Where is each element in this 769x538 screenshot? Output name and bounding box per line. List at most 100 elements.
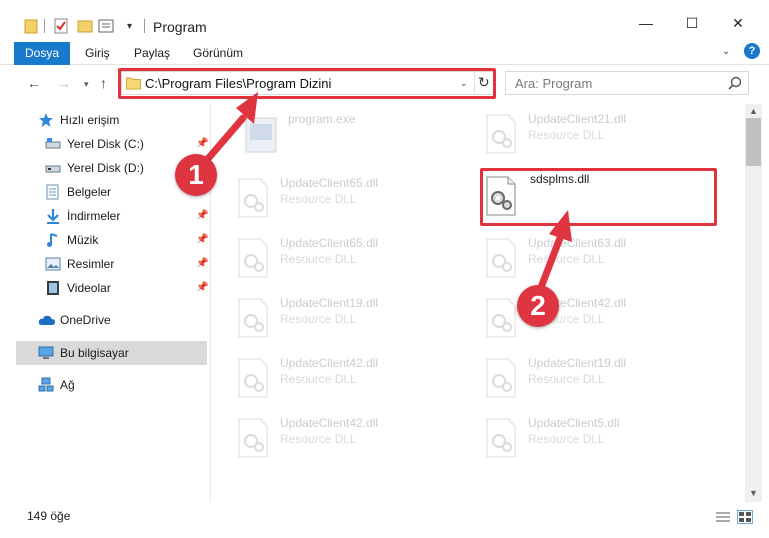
ribbon: Dosya Giriş Paylaş Görünüm ⌄ ? <box>0 40 769 65</box>
minimize-button[interactable]: — <box>623 8 669 38</box>
star-icon <box>38 112 54 128</box>
file-item[interactable]: program.exe <box>242 106 482 162</box>
file-type: Resource DLL <box>280 252 357 266</box>
maximize-button[interactable]: ☐ <box>669 8 715 38</box>
divider <box>474 72 475 94</box>
file-type: Resource DLL <box>280 432 357 446</box>
scroll-down-arrow-icon[interactable]: ▼ <box>749 488 758 498</box>
file-item[interactable]: UpdateClient42.dll Resource DLL <box>234 350 474 406</box>
nav-item-network[interactable]: Ağ <box>38 374 75 396</box>
folder-icon[interactable] <box>24 17 38 35</box>
back-arrow-icon[interactable]: ← <box>27 75 41 91</box>
pin-icon[interactable]: 📌 <box>196 258 208 269</box>
customize-icon[interactable] <box>98 17 114 35</box>
address-path[interactable]: C:\Program Files\Program Dizini <box>145 76 331 91</box>
properties-check-icon[interactable] <box>54 17 68 35</box>
pin-icon[interactable]: 📌 <box>196 234 208 245</box>
status-bar: 149 öğe <box>0 502 769 530</box>
divider <box>144 19 145 33</box>
step-2-badge: 2 <box>517 285 559 327</box>
file-item[interactable]: UpdateClient21.dll Resource DLL <box>482 106 722 162</box>
tab-home[interactable]: Giriş <box>85 46 110 60</box>
item-count: 149 öğe <box>27 509 71 523</box>
file-name: UpdateClient19.dll <box>528 356 627 370</box>
file-type: Resource DLL <box>528 252 605 266</box>
file-name: UpdateClient65.dll <box>280 176 379 190</box>
folder-icon <box>126 76 141 93</box>
search-input[interactable]: Ara: Program <box>505 71 749 95</box>
file-item[interactable]: UpdateClient63.dll Resource DLL <box>482 230 722 286</box>
dll-file-icon <box>482 356 520 400</box>
step-1-badge: 1 <box>175 154 217 196</box>
scroll-thumb[interactable] <box>746 118 761 166</box>
nav-item-music[interactable]: Müzik <box>45 229 98 251</box>
nav-item-drive-c[interactable]: Yerel Disk (C:) <box>45 133 144 155</box>
file-list: program.exe UpdateClient21.dll Resource … <box>212 104 745 502</box>
network-icon <box>38 377 54 393</box>
forward-arrow-icon[interactable]: → <box>57 75 71 91</box>
computer-icon <box>38 345 54 361</box>
close-button[interactable]: ✕ <box>715 8 761 38</box>
dll-file-icon <box>482 296 520 340</box>
explorer-window: ▾ Program — ☐ ✕ Dosya Giriş Paylaş Görün… <box>0 0 769 538</box>
nav-item-videos[interactable]: Videolar <box>45 277 111 299</box>
search-icon[interactable] <box>728 76 742 93</box>
dll-file-icon <box>234 356 272 400</box>
chevron-down-icon[interactable]: ▾ <box>127 17 132 35</box>
details-view-icon[interactable] <box>715 510 731 524</box>
file-item[interactable]: UpdateClient19.dll Resource DLL <box>482 350 722 406</box>
file-item[interactable]: UpdateClient65.dll Resource DLL <box>234 230 474 286</box>
large-icons-view-icon[interactable] <box>737 510 753 524</box>
dll-file-icon <box>234 416 272 460</box>
pin-icon[interactable]: 📌 <box>196 210 208 221</box>
dll-file-icon <box>234 236 272 280</box>
nav-item-label: Ağ <box>60 378 75 392</box>
file-name: UpdateClient42.dll <box>280 356 379 370</box>
tab-share[interactable]: Paylaş <box>134 46 170 60</box>
nav-item-label: Yerel Disk (D:) <box>67 161 144 175</box>
drive-icon <box>45 136 61 152</box>
nav-item-documents[interactable]: Belgeler <box>45 181 111 203</box>
nav-item-onedrive[interactable]: OneDrive <box>38 309 111 331</box>
nav-item-label: OneDrive <box>60 313 111 327</box>
nav-item-label: Hızlı erişim <box>60 113 120 127</box>
nav-item-quick-access[interactable]: Hızlı erişim <box>38 109 119 131</box>
dll-file-icon <box>482 416 520 460</box>
tab-file[interactable]: Dosya <box>14 42 70 65</box>
help-icon[interactable]: ? <box>744 43 760 59</box>
refresh-icon[interactable]: ↻ <box>478 74 490 91</box>
nav-item-downloads[interactable]: İndirmeler <box>45 205 120 227</box>
file-item[interactable]: UpdateClient42.dll Resource DLL <box>234 410 474 466</box>
cloud-icon <box>38 312 55 328</box>
nav-item-label: Videolar <box>67 281 111 295</box>
pin-icon[interactable]: 📌 <box>196 138 208 149</box>
file-name: UpdateClient19.dll <box>280 296 379 310</box>
nav-item-label: Belgeler <box>67 185 112 199</box>
scroll-up-arrow-icon[interactable]: ▲ <box>749 106 758 116</box>
file-name: UpdateClient65.dll <box>280 236 379 250</box>
pin-icon[interactable]: 📌 <box>196 282 208 293</box>
new-folder-icon[interactable] <box>77 17 93 35</box>
chevron-down-icon[interactable]: ⌄ <box>460 78 468 89</box>
vertical-scrollbar[interactable]: ▲ ▼ <box>745 104 762 502</box>
tab-view[interactable]: Görünüm <box>193 46 243 60</box>
file-item[interactable]: UpdateClient5.dll Resource DLL <box>482 410 722 466</box>
chevron-down-icon[interactable]: ▾ <box>84 79 89 90</box>
documents-icon <box>45 184 61 200</box>
nav-item-label: Yerel Disk (C:) <box>67 137 144 151</box>
nav-item-pictures[interactable]: Resimler <box>45 253 114 275</box>
exe-file-icon <box>242 112 280 156</box>
drive-icon <box>45 160 61 176</box>
address-bar[interactable]: C:\Program Files\Program Dizini ⌄ ↻ <box>121 71 495 95</box>
chevron-down-icon[interactable]: ⌄ <box>722 46 730 57</box>
file-item[interactable]: UpdateClient19.dll Resource DLL <box>234 290 474 346</box>
nav-item-drive-d[interactable]: Yerel Disk (D:) <box>45 157 144 179</box>
up-arrow-icon[interactable]: ↑ <box>100 75 107 91</box>
file-name: program.exe <box>288 112 356 126</box>
nav-item-this-pc[interactable]: Bu bilgisayar <box>38 342 129 364</box>
file-name: UpdateClient5.dll <box>528 416 620 430</box>
download-icon <box>45 208 61 224</box>
file-item[interactable]: UpdateClient65.dll Resource DLL <box>234 170 474 226</box>
file-highlight-box <box>480 168 717 226</box>
nav-item-label: İndirmeler <box>67 209 121 223</box>
